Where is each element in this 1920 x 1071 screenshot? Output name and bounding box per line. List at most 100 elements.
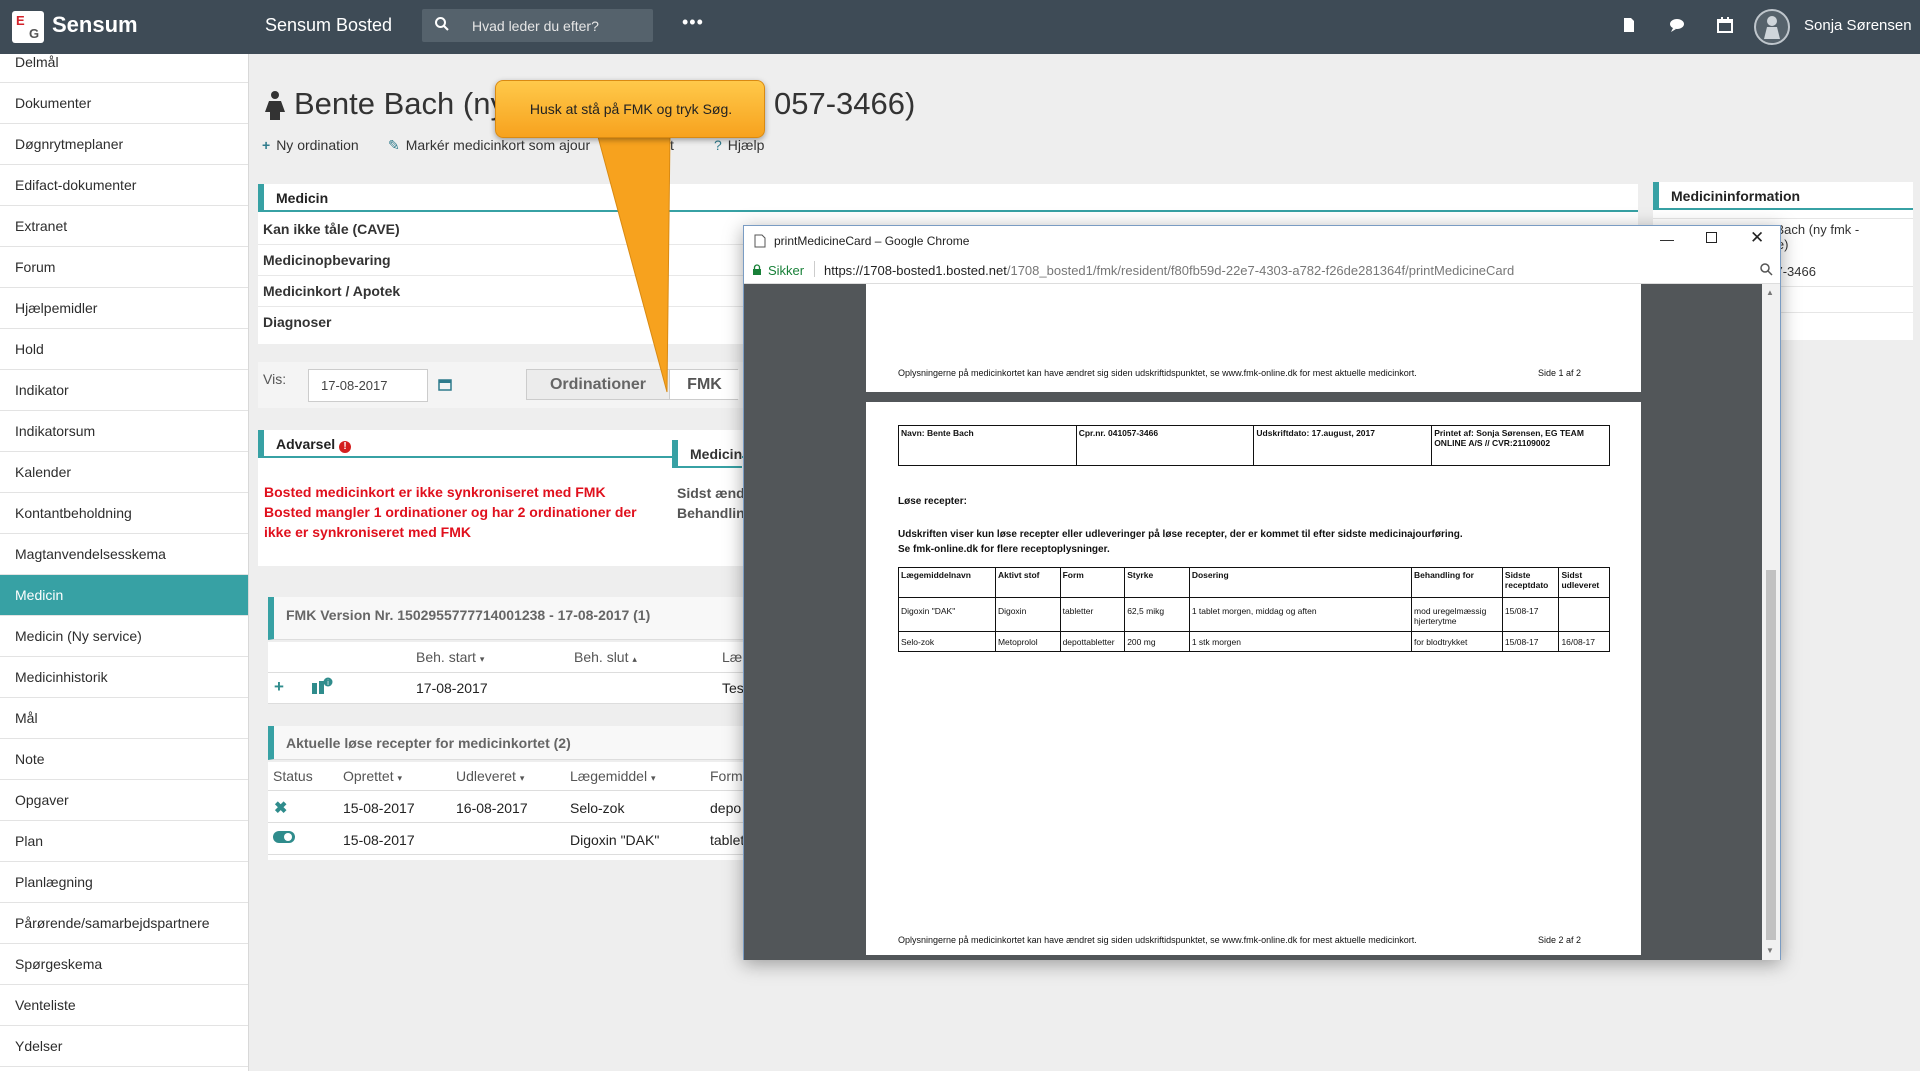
brand-name[interactable]: Sensum [52,12,138,38]
pdf-table-cell: Metoprolol [994,631,1061,652]
sidebar-item[interactable]: Indikator [0,370,248,411]
new-ordination-button[interactable]: + Ny ordination [262,137,359,153]
page-title-right: 057-3466) [773,86,916,121]
warning-icon: ! [339,441,352,453]
popup-titlebar[interactable]: printMedicineCard – Google Chrome — ✕ [744,226,1780,256]
divider [268,822,748,823]
scroll-thumb[interactable] [1766,570,1776,940]
fmk-tab[interactable]: FMK [669,370,739,399]
table-row-laegemiddel: Selo-zok [570,800,625,816]
sidebar-item[interactable]: Extranet [0,206,248,247]
info-pills-icon[interactable]: i [312,677,334,695]
sidebar-item[interactable]: Note [0,739,248,780]
expand-plus-icon[interactable]: + [274,677,284,697]
minimize-icon[interactable]: — [1660,231,1674,247]
search-box[interactable] [422,9,653,42]
close-icon[interactable]: ✕ [1750,228,1764,248]
calendar-icon[interactable] [1716,16,1734,34]
beh-start-label: Beh. start [416,649,476,665]
beh-slut-label: Beh. slut [574,649,629,665]
page2-number: Side 2 af 2 [1538,935,1582,945]
sidebar: Delmål Dokumenter Døgnrytmeplaner Edifact-d… [0,54,249,1071]
calendar-picker-icon[interactable] [438,377,452,391]
pdf-info-2: Se fmk-online.dk for flere receptoplysni… [898,544,1110,555]
pdf-table-cell [1558,597,1610,632]
scroll-up-icon[interactable]: ▲ [1766,288,1774,297]
laegemiddel-header[interactable]: Lægemiddel ▾ [570,768,655,784]
table-row-oprettet: 15-08-2017 [343,800,415,816]
search-input[interactable] [472,16,642,36]
sidebar-item[interactable]: Delmål [0,54,248,83]
sidebar-item[interactable]: Kontantbeholdning [0,493,248,534]
zoom-icon[interactable] [1759,262,1773,276]
medicin-panel-title: Medicin [258,184,1638,212]
sidebar-item[interactable]: Opgaver [0,780,248,821]
sidst-aendret: Sidst ænd Behandlin [677,483,745,523]
pdf-navn: Navn: Bente Bach [898,425,1077,466]
udleveret-header[interactable]: Udleveret ▾ [456,768,524,784]
beh-start-header[interactable]: Beh. start ▾ [416,649,484,665]
search-icon[interactable] [434,16,450,32]
chat-icon[interactable] [1668,16,1686,34]
sidebar-item[interactable]: Magtanvendelsesskema [0,534,248,575]
sidst-line: Sidst ænd [677,485,745,501]
sidebar-item[interactable]: Medicinhistorik [0,657,248,698]
laege-header[interactable]: Læ [722,649,742,665]
pdf-dato: Udskriftdato: 17.august, 2017 [1253,425,1433,466]
sidebar-item[interactable]: Mål [0,698,248,739]
fmk-version-text: FMK Version Nr. 1502955777714001238 - 17… [286,607,651,623]
sidebar-item[interactable]: Hold [0,329,248,370]
maximize-icon[interactable] [1706,232,1717,243]
sidebar-item[interactable]: Venteliste [0,985,248,1026]
document-icon[interactable] [1620,16,1638,34]
sidebar-item[interactable]: Døgnrytmeplaner [0,124,248,165]
loese-recepter-header[interactable]: Aktuelle løse recepter for medicinkortet… [268,726,748,760]
user-avatar-icon[interactable] [1754,9,1790,45]
help-button[interactable]: ? Hjælp [714,137,764,153]
pdf-table-cell: 1 tablet morgen, middag og aften [1188,597,1413,632]
url-text[interactable]: https://1708-bosted1.bosted.net/1708_bos… [824,263,1514,278]
print-popup-window: printMedicineCard – Google Chrome — ✕ Si… [743,225,1781,960]
sidebar-item[interactable]: Medicin (Ny service) [0,616,248,657]
scroll-down-icon[interactable]: ▼ [1766,946,1774,955]
app-title[interactable]: Sensum Bosted [265,15,392,36]
divider [268,790,748,791]
pdf-page-1: Oplysningerne på medicinkortet kan have … [866,284,1641,392]
sidebar-item[interactable]: Dokumenter [0,83,248,124]
page-icon [754,234,766,248]
address-bar[interactable]: Sikker https://1708-bosted1.bosted.net/1… [744,256,1780,284]
sidebar-item[interactable]: Indikatorsum [0,411,248,452]
more-menu-icon[interactable]: ••• [682,12,704,33]
status-x-icon[interactable]: ✖ [274,798,287,818]
pdf-column-header: Sidste receptdato [1501,567,1560,598]
pdf-scrollbar[interactable]: ▲ ▼ [1762,284,1780,960]
logo-letter-g: G [29,26,40,41]
sidebar-item[interactable]: Forum [0,247,248,288]
plus-icon: + [262,137,271,153]
sidebar-item[interactable]: Spørgeskema [0,944,248,985]
sidebar-item[interactable]: Pårørende/samarbejdspartnere [0,903,248,944]
fmk-version-header[interactable]: FMK Version Nr. 1502955777714001238 - 17… [268,597,748,640]
sidebar-item[interactable]: Edifact-dokumenter [0,165,248,206]
mark-card-button[interactable]: ✎ Markér medicinkort som ajour [388,137,590,154]
sidebar-item[interactable]: Plan [0,821,248,862]
advarsel-line-1: Bosted medicinkort er ikke synkroniseret… [264,484,606,500]
advarsel-title: Advarsel [276,436,336,452]
oprettet-label: Oprettet [343,768,394,784]
beh-slut-header[interactable]: Beh. slut ▴ [574,649,637,665]
pdf-viewer[interactable]: Oplysningerne på medicinkortet kan have … [744,284,1780,960]
form-header[interactable]: Form [710,768,743,784]
tooltip-pointer [596,132,671,393]
user-name[interactable]: Sonja Sørensen [1804,17,1912,34]
oprettet-header[interactable]: Oprettet ▾ [343,768,402,784]
status-toggle-icon[interactable] [272,830,296,844]
sidebar-item[interactable]: Medicin [0,575,248,616]
page1-footer: Oplysningerne på medicinkortet kan have … [898,368,1417,378]
sidebar-item[interactable]: Hjælpemidler [0,288,248,329]
vis-date-input[interactable]: 17-08-2017 [308,369,428,402]
url-path: /1708_bosted1/fmk/resident/f80fb59d-22e7… [1006,263,1515,278]
sidebar-item[interactable]: Planlægning [0,862,248,903]
sidebar-item[interactable]: Ydelser [0,1026,248,1067]
sidebar-item[interactable]: Kalender [0,452,248,493]
lock-icon [753,264,761,275]
